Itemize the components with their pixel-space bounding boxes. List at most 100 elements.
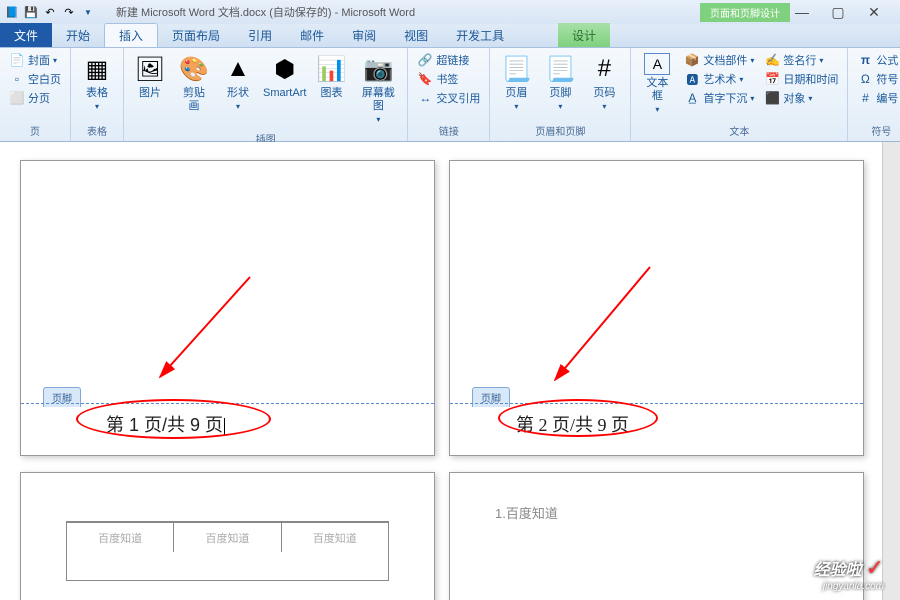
group-label-table: 表格 [77,121,117,138]
page-2[interactable]: 页脚 第 2 页/共 9 页 [449,160,864,456]
number-button[interactable]: #编号 [854,89,900,107]
cover-page-button[interactable]: 📄封面▾ [6,51,64,69]
group-label-headerfooter: 页眉和页脚 [496,121,624,138]
wordart-button[interactable]: 🅰艺术术▾ [681,70,757,88]
tab-view[interactable]: 视图 [390,23,442,47]
table-cell[interactable]: 百度知道 [67,523,174,552]
break-icon: ⬜ [9,90,25,106]
page-1-bottom[interactable]: 页眉 百度知道 百度知道 百度知道 [20,472,435,600]
shapes-icon: ▲ [222,53,254,85]
blank-page-button[interactable]: ▫空白页 [6,70,64,88]
window-controls: — ▢ ✕ [790,3,896,21]
page2-header-text[interactable]: 1.百度知道 [495,503,818,522]
hyperlink-icon: 🔗 [417,52,433,68]
tab-mail[interactable]: 邮件 [286,23,338,47]
bookmark-button[interactable]: 🔖书签 [414,70,483,88]
ribbon: 📄封面▾ ▫空白页 ⬜分页 页 ▦ 表格▾ 表格 🖼图片 🎨剪贴画 ▲形状▾ ⬢… [0,48,900,142]
parts-icon: 📦 [684,52,700,68]
dropcap-icon: A̲ [684,90,700,106]
group-text: A文本框▾ 📦文档部件▾ 🅰艺术术▾ A̲首字下沉▾ ✍签名行▾ 📅日期和时间 … [631,48,848,141]
group-header-footer: 📃页眉▾ 📃页脚▾ #页码▾ 页眉和页脚 [490,48,631,141]
smartart-icon: ⬢ [269,53,301,85]
watermark: 经验啦✓ jingyanla.com [814,555,884,592]
picture-button[interactable]: 🖼图片 [130,51,170,102]
smartart-button[interactable]: ⬢SmartArt [262,51,307,102]
table[interactable]: 百度知道 百度知道 百度知道 [66,521,389,581]
shapes-button[interactable]: ▲形状▾ [218,51,258,115]
group-symbols: π公式▾ Ω符号▾ #编号 符号 [848,48,900,141]
page-1[interactable]: 页脚 第 1 页/共 9 页 [20,160,435,456]
screenshot-button[interactable]: 📷屏幕截图▾ [355,51,401,129]
textbox-button[interactable]: A文本框▾ [637,51,677,119]
tab-insert[interactable]: 插入 [104,23,158,47]
parts-button[interactable]: 📦文档部件▾ [681,51,757,69]
pagenum-icon: # [588,53,620,85]
page-number-button[interactable]: #页码▾ [584,51,624,115]
footer-tab-p2[interactable]: 页脚 [472,387,510,407]
symbol-button[interactable]: Ω符号▾ [854,70,900,88]
maximize-icon[interactable]: ▢ [826,3,850,21]
object-icon: ⬛ [764,90,780,106]
chart-button[interactable]: 📊图表 [311,51,351,102]
cover-icon: 📄 [9,52,25,68]
title-bar: 📘 💾 ↶ ↷ ▼ 新建 Microsoft Word 文档.docx (自动保… [0,0,900,24]
table-cell[interactable]: 百度知道 [174,523,281,552]
tab-review[interactable]: 审阅 [338,23,390,47]
crossref-button[interactable]: ↔交叉引用 [414,89,483,107]
textbox-icon: A [644,53,670,75]
picture-icon: 🖼 [134,53,166,85]
number-icon: # [857,90,873,106]
qat-dropdown-icon[interactable]: ▼ [80,4,96,20]
object-button[interactable]: ⬛对象▾ [761,89,841,107]
table-cell[interactable]: 百度知道 [282,523,388,552]
clipart-icon: 🎨 [178,53,210,85]
page-2-bottom[interactable]: 页眉 1.百度知道 [449,472,864,600]
signature-button[interactable]: ✍签名行▾ [761,51,841,69]
equation-icon: π [857,52,873,68]
minimize-icon[interactable]: — [790,3,814,21]
wordart-icon: 🅰 [684,71,700,87]
ribbon-tabs: 文件 开始 插入 页面布局 引用 邮件 审阅 视图 开发工具 设计 [0,24,900,48]
footer-tab-p1[interactable]: 页脚 [43,387,81,407]
clipart-button[interactable]: 🎨剪贴画 [174,51,214,115]
group-label-pages: 页 [6,121,64,138]
group-illustrations: 🖼图片 🎨剪贴画 ▲形状▾ ⬢SmartArt 📊图表 📷屏幕截图▾ 插图 [124,48,408,141]
word-icon: 📘 [4,4,20,20]
annotation-ellipse [498,399,658,437]
group-label-symbols: 符号 [854,121,900,138]
page-break-button[interactable]: ⬜分页 [6,89,64,107]
tab-file[interactable]: 文件 [0,23,52,47]
tab-dev[interactable]: 开发工具 [442,23,518,47]
group-links: 🔗超链接 🔖书签 ↔交叉引用 链接 [408,48,490,141]
group-pages: 📄封面▾ ▫空白页 ⬜分页 页 [0,48,71,141]
window-title: 新建 Microsoft Word 文档.docx (自动保存的) - Micr… [116,4,700,20]
quick-access-toolbar: 📘 💾 ↶ ↷ ▼ [4,4,96,20]
header-icon: 📃 [500,53,532,85]
blank-icon: ▫ [9,71,25,87]
vertical-scrollbar[interactable] [882,142,900,600]
footer-button[interactable]: 📃页脚▾ [540,51,580,115]
document-workspace[interactable]: 页脚 第 1 页/共 9 页 页脚 第 2 页/共 9 页 页眉 百度知道 百度… [0,142,900,600]
tab-layout[interactable]: 页面布局 [158,23,234,47]
dropcap-button[interactable]: A̲首字下沉▾ [681,89,757,107]
close-icon[interactable]: ✕ [862,3,886,21]
datetime-icon: 📅 [764,71,780,87]
crossref-icon: ↔ [417,90,433,106]
tab-design[interactable]: 设计 [558,23,610,47]
table-button[interactable]: ▦ 表格▾ [77,51,117,115]
redo-icon[interactable]: ↷ [61,4,77,20]
footer-icon: 📃 [544,53,576,85]
save-icon[interactable]: 💾 [23,4,39,20]
header-button[interactable]: 📃页眉▾ [496,51,536,115]
tab-home[interactable]: 开始 [52,23,104,47]
group-table: ▦ 表格▾ 表格 [71,48,124,141]
group-label-links: 链接 [414,121,483,138]
hyperlink-button[interactable]: 🔗超链接 [414,51,483,69]
symbol-icon: Ω [857,71,873,87]
equation-button[interactable]: π公式▾ [854,51,900,69]
datetime-button[interactable]: 📅日期和时间 [761,70,841,88]
tab-references[interactable]: 引用 [234,23,286,47]
bookmark-icon: 🔖 [417,71,433,87]
undo-icon[interactable]: ↶ [42,4,58,20]
check-icon: ✓ [866,555,884,580]
